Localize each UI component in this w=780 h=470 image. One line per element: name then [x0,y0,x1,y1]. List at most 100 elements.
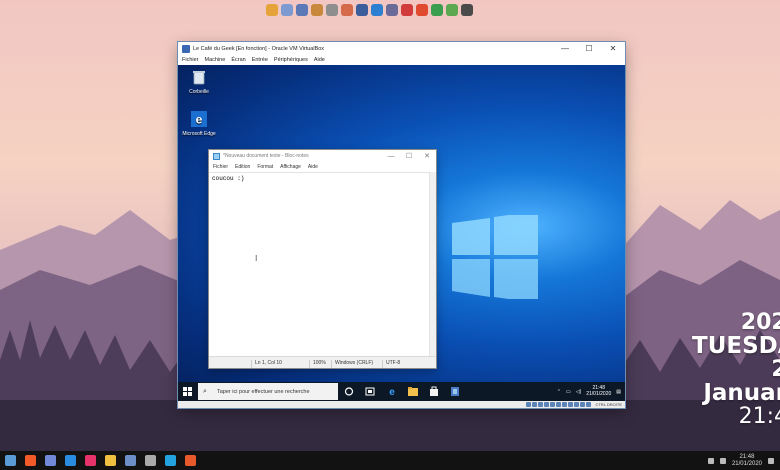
menu-machine[interactable]: Machine [205,57,226,63]
package-icon[interactable] [311,4,323,16]
chrome-icon[interactable] [431,4,443,16]
store-icon[interactable] [140,451,160,470]
desktop-icon-recycle-bin[interactable]: Corbeille [179,69,219,95]
vscode-icon[interactable] [160,451,180,470]
gear-icon[interactable] [326,4,338,16]
guest-clock-date: 21/01/2020 [586,390,612,397]
download-icon[interactable] [386,4,398,16]
notepad-text-area[interactable]: coucou :) [209,172,429,356]
volume-icon[interactable] [719,457,726,464]
volume-icon[interactable]: ◁) [576,389,582,395]
recycle-bin-icon [193,71,205,85]
folder-icon[interactable] [266,4,278,16]
minimize-button[interactable]: — [553,42,577,55]
search-placeholder: Taper ici pour effectuer une recherche [217,388,310,395]
notepad-menu-aide[interactable]: Aide [308,164,318,170]
app-s-icon[interactable] [180,451,200,470]
menu-aide[interactable]: Aide [314,57,325,63]
edge-icon[interactable]: e [387,386,397,397]
virtualbox-guest-icon[interactable] [450,386,460,397]
mouse-integration-icon[interactable] [580,402,586,407]
host-clock-time: 21:48 [739,453,755,460]
file-manager-icon[interactable] [296,4,308,16]
display-icon[interactable] [562,402,568,407]
desktop-icon-label: Microsoft Edge [182,131,216,137]
chat-icon[interactable] [80,451,100,470]
guest-system-tray: ⌃ ▭ ◁) 21:48 21/01/2020 ▤ [557,382,621,401]
status-encoding: UTF-8 [382,360,400,368]
menu-entree[interactable]: Entrée [252,57,268,63]
vscode-icon[interactable] [371,4,383,16]
notification-icon[interactable]: ▤ [616,389,621,395]
audio-icon[interactable] [538,402,544,407]
host-clock[interactable]: 21:48 21/01/2020 [732,454,762,467]
clock-month: January [703,380,780,406]
desktop-icon-label: Corbeille [189,89,209,95]
terminal-icon[interactable] [461,4,473,16]
network-icon[interactable]: ▭ [566,389,571,395]
file-explorer-icon[interactable] [408,386,418,397]
guest-clock[interactable]: 21:48 21/01/2020 [586,385,612,398]
video-capture-icon[interactable] [568,402,574,407]
vscode-icon[interactable] [60,451,80,470]
maximize-button[interactable]: ☐ [577,42,601,55]
task-view-icon[interactable] [365,386,375,397]
menu-ecran[interactable]: Écran [231,57,245,63]
folder-icon[interactable] [100,451,120,470]
chevron-up-icon[interactable]: ⌃ [557,389,561,395]
notepad-menu-fichier[interactable]: Fichier [213,164,228,170]
host-taskbar: 21:48 21/01/2020 [0,451,780,470]
keyboard-icon[interactable] [586,402,592,407]
shared-folders-icon[interactable] [556,402,562,407]
guest-taskbar: ⌕ Taper ici pour effectuer une recherche… [178,382,625,401]
notepad-menubar: Fichier Edition Format Affichage Aide [209,162,436,171]
clock-day: TUESDAY [692,333,780,359]
box-icon[interactable] [341,4,353,16]
host-clock-date: 21/01/2020 [731,460,762,467]
discord-icon[interactable] [40,451,60,470]
start-button[interactable] [183,387,192,396]
search-box[interactable]: ⌕ Taper ici pour effectuer une recherche [198,383,338,400]
notepad-close-button[interactable]: ✕ [418,150,436,162]
notepad-maximize-button[interactable]: ☐ [400,150,418,162]
text-cursor-icon: I [255,254,258,263]
desktop-icon-edge[interactable]: e Microsoft Edge [179,111,219,137]
windows-logo-icon [452,215,538,299]
optical-drive-icon[interactable] [532,402,538,407]
host-system-tray: 21:48 21/01/2020 [707,451,774,470]
virtualbox-icon[interactable] [356,4,368,16]
usb-icon[interactable] [550,402,556,407]
android-icon[interactable] [446,4,458,16]
close-button[interactable]: ✕ [601,42,625,55]
menu-peripheriques[interactable]: Périphériques [274,57,308,63]
notepad-scrollbar[interactable] [429,172,436,356]
notepad-menu-edition[interactable]: Edition [235,164,250,170]
vbox-titlebar[interactable]: Le Café du Geek [En fonction] - Oracle V… [178,42,625,55]
menu-fichier[interactable]: Fichier [182,57,199,63]
cortana-icon[interactable] [344,386,354,397]
virtualbox-icon[interactable] [120,451,140,470]
opera-icon[interactable] [416,4,428,16]
notepad-titlebar[interactable]: *Nouveau document texte - Bloc-notes — ☐… [209,150,436,162]
svg-text:e: e [196,113,203,127]
guest-desktop[interactable]: Corbeille e Microsoft Edge *Nouveau docu… [178,65,625,401]
cpu-icon[interactable] [574,402,580,407]
windows-icon[interactable] [0,451,20,470]
brave-icon[interactable] [20,451,40,470]
record-icon[interactable] [401,4,413,16]
notepad-statusbar: Ln 1, Col 10 100% Windows (CRLF) UTF-8 [209,356,436,368]
status-position: Ln 1, Col 10 [251,360,282,368]
network-icon[interactable] [707,457,714,464]
search-icon: ⌕ [203,387,207,395]
image-icon[interactable] [281,4,293,16]
store-icon[interactable] [429,386,439,397]
clock-year: 2020 [740,310,780,335]
notepad-icon [213,152,220,160]
notepad-menu-affichage[interactable]: Affichage [280,164,301,170]
notepad-menu-format[interactable]: Format [257,164,273,170]
network-icon[interactable] [544,402,550,407]
hard-disk-icon[interactable] [526,402,532,407]
notepad-minimize-button[interactable]: — [382,150,400,162]
virtualbox-window: Le Café du Geek [En fonction] - Oracle V… [178,42,625,408]
notification-icon[interactable] [768,457,774,464]
